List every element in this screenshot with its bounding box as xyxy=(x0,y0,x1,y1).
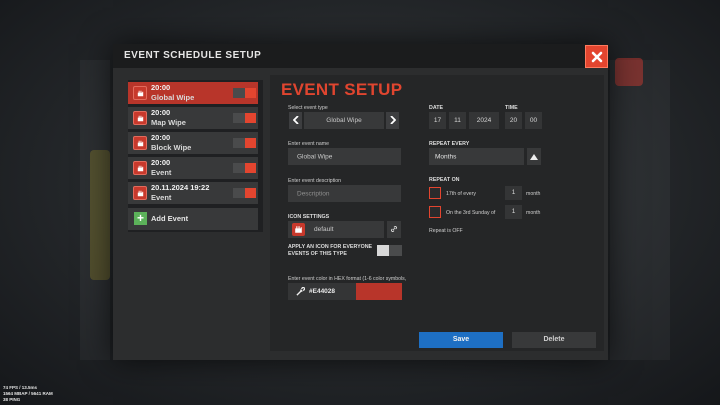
fist-icon xyxy=(133,161,147,175)
event-name-input[interactable]: Global Wipe xyxy=(288,148,401,165)
repeat-status: Repeat is OFF xyxy=(429,228,463,234)
fist-icon xyxy=(133,186,147,200)
event-item-global-wipe[interactable]: 20:00 Global Wipe xyxy=(128,82,258,104)
event-toggle[interactable] xyxy=(233,188,256,198)
add-event-label: Add Event xyxy=(151,214,189,223)
minute-input[interactable]: 00 xyxy=(525,112,542,129)
repeat-option1-checkbox[interactable] xyxy=(429,187,441,199)
hud-fps: 74 FPS / 13.5ms xyxy=(3,385,38,390)
event-name-label: Enter event name xyxy=(288,141,329,147)
repeat-every-dropdown-button[interactable] xyxy=(527,148,541,165)
event-name-value: Global Wipe xyxy=(297,153,333,160)
color-value: #E44028 xyxy=(309,288,336,295)
link-icon xyxy=(391,226,397,232)
chevron-right-icon xyxy=(389,115,396,125)
repeat-option1-number[interactable]: 1 xyxy=(505,186,522,200)
toggle-knob xyxy=(377,245,389,256)
event-list: 20:00 Global Wipe 20:00 Map Wipe 20:00 B… xyxy=(128,80,263,232)
event-name: Global Wipe xyxy=(151,93,195,102)
day-input[interactable]: 17 xyxy=(429,112,446,129)
event-type-select[interactable]: Global Wipe xyxy=(304,112,384,129)
year-input[interactable]: 2024 xyxy=(469,112,499,129)
repeat-option1-unit: month xyxy=(526,191,541,197)
event-name: Event xyxy=(151,168,172,177)
event-time: 20:00 xyxy=(151,158,171,167)
event-item-dated-event[interactable]: 20.11.2024 19:22 Event xyxy=(128,182,258,204)
repeat-every-value: Months xyxy=(435,153,457,160)
event-toggle[interactable] xyxy=(233,88,256,98)
apply-icon-label-1: APPLY AN ICON FOR EVERYONE xyxy=(288,244,373,250)
event-item-event[interactable]: 20:00 Event xyxy=(128,157,258,179)
event-time: 20.11.2024 19:22 xyxy=(151,183,210,192)
background-blob xyxy=(615,58,643,86)
fist-icon xyxy=(133,86,147,100)
repeat-option2-text: On the 3rd Sunday of xyxy=(446,210,496,216)
eyedropper-icon xyxy=(296,287,305,296)
background-blob xyxy=(90,150,110,280)
color-label: Enter event color in HEX format (1-6 col… xyxy=(288,276,407,282)
icon-link-button[interactable] xyxy=(387,221,401,238)
month-input[interactable]: 11 xyxy=(449,112,466,129)
event-toggle[interactable] xyxy=(233,138,256,148)
fist-icon xyxy=(133,111,147,125)
repeat-option1-text: 17th of every xyxy=(446,191,476,197)
event-toggle[interactable] xyxy=(233,163,256,173)
event-type-next-button[interactable] xyxy=(386,112,399,129)
repeat-every-label: REPEAT EVERY xyxy=(429,141,470,147)
event-type-prev-button[interactable] xyxy=(289,112,302,129)
modal-title: EVENT SCHEDULE SETUP xyxy=(124,50,262,61)
event-name: Event xyxy=(151,193,172,202)
save-button[interactable]: Save xyxy=(419,332,503,348)
event-desc-placeholder: Description xyxy=(297,190,330,197)
event-toggle[interactable] xyxy=(233,113,256,123)
icon-value: default xyxy=(314,226,334,233)
event-item-map-wipe[interactable]: 20:00 Map Wipe xyxy=(128,107,258,129)
event-type-label: Select event type xyxy=(288,105,328,111)
repeat-option2-number[interactable]: 1 xyxy=(505,205,522,219)
delete-button[interactable]: Delete xyxy=(512,332,596,348)
chevron-left-icon xyxy=(292,115,299,125)
fist-icon xyxy=(133,136,147,150)
setup-title: EVENT SETUP xyxy=(281,80,403,99)
color-input[interactable]: #E44028 xyxy=(288,283,356,300)
apply-icon-label-2: EVENTS OF THIS TYPE xyxy=(288,251,347,257)
fist-icon xyxy=(292,223,305,236)
modal-header: EVENT SCHEDULE SETUP xyxy=(113,44,608,68)
event-item-block-wipe[interactable]: 20:00 Block Wipe xyxy=(128,132,258,154)
event-time: 20:00 xyxy=(151,108,171,117)
hud-ping: 38 PING xyxy=(3,397,21,402)
close-button[interactable] xyxy=(585,45,608,68)
apply-icon-toggle[interactable] xyxy=(377,245,402,256)
icon-select[interactable]: default xyxy=(288,221,384,238)
repeat-option2-checkbox[interactable] xyxy=(429,206,441,218)
event-time: 20:00 xyxy=(151,83,171,92)
event-name: Map Wipe xyxy=(151,118,186,127)
hour-input[interactable]: 20 xyxy=(505,112,522,129)
repeat-on-label: REPEAT ON xyxy=(429,177,460,183)
event-type-value: Global Wipe xyxy=(326,117,362,124)
hud-memory: 1564 MBAP / 5641 RAM xyxy=(3,391,53,396)
chevron-up-icon xyxy=(530,154,538,160)
time-label: TIME xyxy=(505,105,518,111)
event-desc-input[interactable]: Description xyxy=(288,185,401,202)
plus-icon: + xyxy=(134,212,147,225)
icon-settings-label: ICON SETTINGS xyxy=(288,214,330,220)
add-event-button[interactable]: + Add Event xyxy=(128,208,258,230)
close-icon xyxy=(591,51,602,62)
event-name: Block Wipe xyxy=(151,143,192,152)
repeat-every-select[interactable]: Months xyxy=(429,148,524,165)
event-time: 20:00 xyxy=(151,133,171,142)
date-label: DATE xyxy=(429,105,444,111)
background-strip xyxy=(610,60,670,360)
event-desc-label: Enter event description xyxy=(288,178,342,184)
repeat-option2-unit: month xyxy=(526,210,541,216)
color-swatch xyxy=(356,283,402,300)
